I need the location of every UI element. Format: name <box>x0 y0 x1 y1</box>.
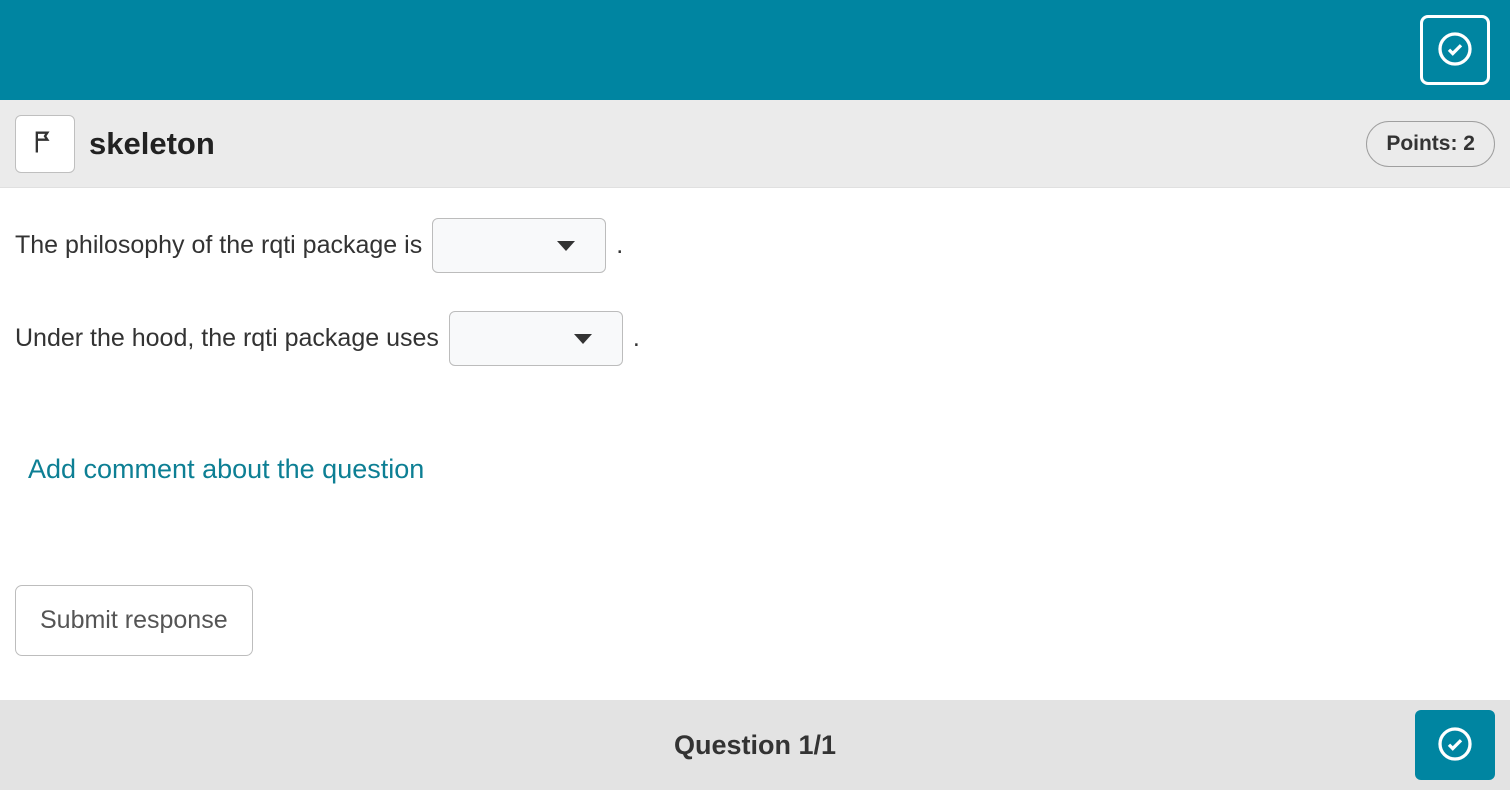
question-progress: Question 1/1 <box>674 730 836 761</box>
sentence-2-text-before: Under the hood, the rqti package uses <box>15 324 439 353</box>
caret-down-icon <box>557 241 575 251</box>
check-circle-icon <box>1437 31 1473 70</box>
footer-finish-button[interactable] <box>1415 710 1495 780</box>
check-circle-icon <box>1437 726 1473 765</box>
points-badge: Points: 2 <box>1366 121 1495 167</box>
dropdown-2[interactable] <box>449 311 623 366</box>
top-bar <box>0 0 1510 100</box>
footer-bar: Question 1/1 <box>0 700 1510 790</box>
question-header: skeleton Points: 2 <box>0 100 1510 188</box>
sentence-2: Under the hood, the rqti package uses . <box>15 311 1495 366</box>
finish-test-button[interactable] <box>1420 15 1490 85</box>
flag-button[interactable] <box>15 115 75 173</box>
sentence-1: The philosophy of the rqti package is . <box>15 218 1495 273</box>
sentence-1-text-before: The philosophy of the rqti package is <box>15 231 422 260</box>
submit-response-button[interactable]: Submit response <box>15 585 253 656</box>
add-comment-link[interactable]: Add comment about the question <box>28 454 424 485</box>
sentence-2-text-after: . <box>633 324 640 353</box>
flag-icon <box>31 128 59 159</box>
question-content: The philosophy of the rqti package is . … <box>0 188 1510 700</box>
dropdown-1[interactable] <box>432 218 606 273</box>
caret-down-icon <box>574 334 592 344</box>
sentence-1-text-after: . <box>616 231 623 260</box>
question-title: skeleton <box>89 126 215 162</box>
